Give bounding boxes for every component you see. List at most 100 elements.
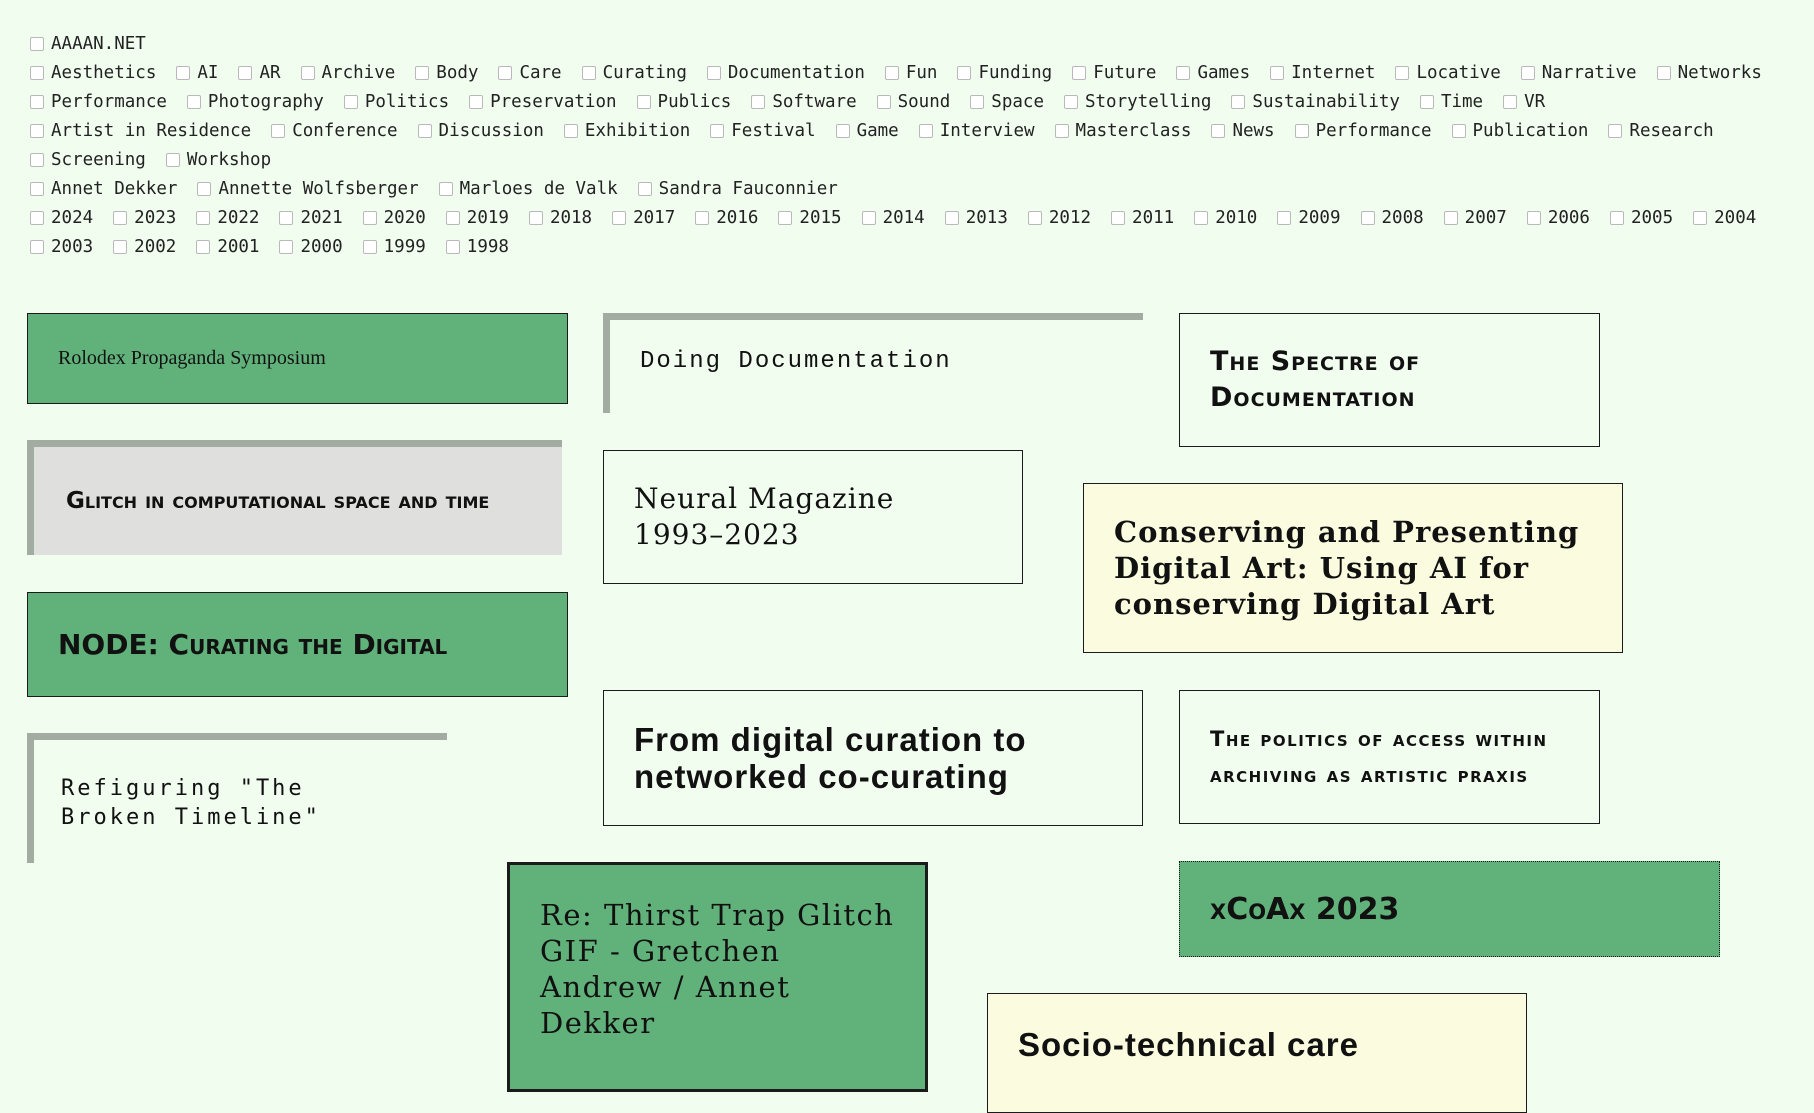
checkbox-year[interactable]: 2013: [944, 203, 1008, 232]
checkbox-box[interactable]: [30, 181, 44, 196]
checkbox-topic[interactable]: Aesthetics: [30, 58, 156, 87]
checkbox-box[interactable]: [1277, 210, 1292, 225]
checkbox-type[interactable]: Research: [1608, 116, 1714, 145]
checkbox-box[interactable]: [300, 65, 315, 80]
checkbox-box[interactable]: [279, 210, 294, 225]
checkbox-box[interactable]: [1294, 123, 1309, 138]
checkbox-topic[interactable]: AR: [238, 58, 281, 87]
checkbox-year[interactable]: 2007: [1443, 203, 1507, 232]
checkbox-box[interactable]: [1360, 210, 1375, 225]
checkbox-box[interactable]: [30, 210, 44, 225]
checkbox-box[interactable]: [778, 210, 793, 225]
checkbox-box[interactable]: [710, 123, 725, 138]
checkbox-topic[interactable]: AI: [176, 58, 218, 87]
checkbox-topic[interactable]: Funding: [957, 58, 1052, 87]
checkbox-box[interactable]: [581, 65, 596, 80]
checkbox-topic[interactable]: Internet: [1270, 58, 1375, 87]
checkbox-box[interactable]: [165, 152, 180, 167]
card-refiguring-broken-timeline[interactable]: Refiguring "The Broken Timeline": [27, 733, 447, 863]
checkbox-type[interactable]: Artist in Residence: [30, 116, 251, 145]
checkbox-site[interactable]: AAAAN.NET: [30, 29, 146, 58]
checkbox-box[interactable]: [695, 210, 710, 225]
checkbox-box[interactable]: [751, 94, 766, 109]
card-spectre-of-documentation[interactable]: The Spectre of Documentation: [1179, 313, 1600, 447]
checkbox-box[interactable]: [445, 239, 460, 254]
checkbox-year[interactable]: 2011: [1111, 203, 1174, 232]
checkbox-year[interactable]: 2003: [30, 232, 93, 261]
checkbox-box[interactable]: [528, 210, 543, 225]
checkbox-box[interactable]: [271, 123, 286, 138]
checkbox-topic[interactable]: Time: [1419, 87, 1483, 116]
checkbox-topic[interactable]: Software: [751, 87, 857, 116]
checkbox-box[interactable]: [1395, 65, 1410, 80]
checkbox-topic[interactable]: Storytelling: [1063, 87, 1211, 116]
checkbox-type[interactable]: Masterclass: [1054, 116, 1191, 145]
checkbox-topic[interactable]: Care: [498, 58, 562, 87]
checkbox-box[interactable]: [362, 210, 377, 225]
checkbox-year[interactable]: 2008: [1360, 203, 1424, 232]
checkbox-box[interactable]: [1111, 210, 1126, 225]
checkbox-type[interactable]: Game: [835, 116, 899, 145]
checkbox-type[interactable]: News: [1211, 116, 1275, 145]
checkbox-box[interactable]: [197, 181, 212, 196]
checkbox-topic[interactable]: Sustainability: [1231, 87, 1400, 116]
checkbox-type[interactable]: Publication: [1451, 116, 1588, 145]
checkbox-box[interactable]: [1211, 123, 1226, 138]
checkbox-people[interactable]: Annette Wolfsberger: [197, 174, 419, 203]
checkbox-box[interactable]: [563, 123, 578, 138]
checkbox-year[interactable]: 2022: [196, 203, 259, 232]
card-thirst-trap-glitch[interactable]: Re: Thirst Trap Glitch GIF - Gretchen An…: [507, 862, 928, 1092]
checkbox-topic[interactable]: Sound: [876, 87, 950, 116]
checkbox-box[interactable]: [1693, 210, 1708, 225]
checkbox-type[interactable]: Interview: [918, 116, 1035, 145]
checkbox-year[interactable]: 2018: [528, 203, 592, 232]
checkbox-box[interactable]: [957, 65, 972, 80]
checkbox-box[interactable]: [279, 239, 294, 254]
card-doing-documentation[interactable]: Doing Documentation: [603, 313, 1143, 413]
checkbox-year[interactable]: 2005: [1609, 203, 1673, 232]
checkbox-year[interactable]: 2020: [362, 203, 426, 232]
checkbox-box[interactable]: [1270, 65, 1285, 80]
checkbox-box[interactable]: [186, 94, 201, 109]
checkbox-topic[interactable]: Future: [1072, 58, 1156, 87]
checkbox-box[interactable]: [176, 65, 191, 80]
card-neural-magazine[interactable]: Neural Magazine 1993–2023: [603, 450, 1023, 584]
checkbox-topic[interactable]: Archive: [300, 58, 395, 87]
checkbox-year[interactable]: 1998: [445, 232, 509, 261]
checkbox-box[interactable]: [469, 94, 484, 109]
checkbox-people[interactable]: Sandra Fauconnier: [637, 174, 838, 203]
checkbox-box[interactable]: [1609, 210, 1624, 225]
checkbox-box[interactable]: [1194, 210, 1209, 225]
checkbox-type[interactable]: Exhibition: [563, 116, 690, 145]
checkbox-year[interactable]: 1999: [362, 232, 426, 261]
checkbox-box[interactable]: [1443, 210, 1458, 225]
checkbox-box[interactable]: [884, 65, 899, 80]
checkbox-year[interactable]: 2023: [113, 203, 176, 232]
checkbox-box[interactable]: [417, 123, 432, 138]
checkbox-topic[interactable]: Politics: [343, 87, 449, 116]
checkbox-box[interactable]: [30, 36, 44, 51]
checkbox-box[interactable]: [30, 94, 44, 109]
checkbox-box[interactable]: [30, 123, 44, 138]
card-glitch-computational[interactable]: Glitch in computational space and time: [27, 440, 562, 555]
checkbox-box[interactable]: [876, 94, 891, 109]
checkbox-box[interactable]: [1072, 65, 1087, 80]
checkbox-year[interactable]: 2024: [30, 203, 93, 232]
checkbox-year[interactable]: 2004: [1693, 203, 1756, 232]
checkbox-year[interactable]: 2009: [1277, 203, 1341, 232]
checkbox-people[interactable]: Annet Dekker: [30, 174, 177, 203]
checkbox-box[interactable]: [1520, 65, 1535, 80]
checkbox-type[interactable]: Workshop: [165, 145, 271, 174]
checkbox-box[interactable]: [1176, 65, 1191, 80]
checkbox-topic[interactable]: VR: [1503, 87, 1545, 116]
checkbox-topic[interactable]: Games: [1176, 58, 1250, 87]
checkbox-box[interactable]: [1027, 210, 1042, 225]
checkbox-topic[interactable]: Performance: [30, 87, 167, 116]
checkbox-type[interactable]: Festival: [710, 116, 816, 145]
checkbox-year[interactable]: 2010: [1194, 203, 1257, 232]
checkbox-topic[interactable]: Publics: [636, 87, 731, 116]
checkbox-box[interactable]: [970, 94, 985, 109]
checkbox-box[interactable]: [238, 65, 253, 80]
checkbox-box[interactable]: [30, 152, 44, 167]
checkbox-box[interactable]: [636, 94, 651, 109]
